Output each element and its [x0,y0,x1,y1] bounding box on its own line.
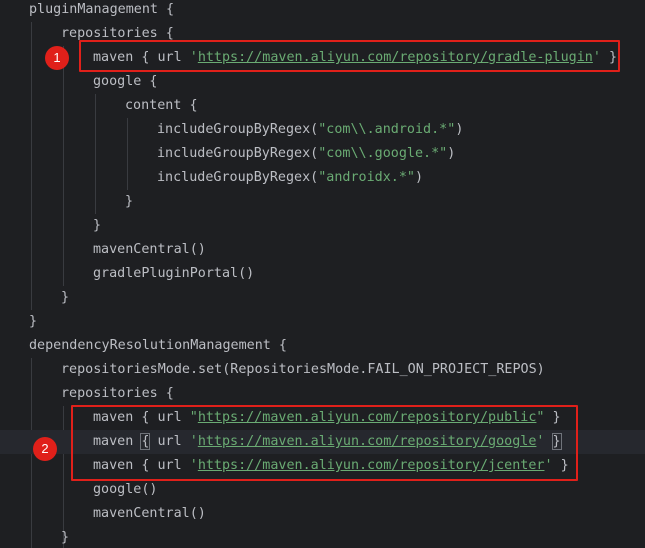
code-line[interactable]: mavenCentral() [0,238,645,262]
code-line-text: google { [93,74,158,89]
code-line-text: includeGroupByRegex("com\\.android.*") [157,118,463,142]
code-line[interactable]: includeGroupByRegex("androidx.*") [0,166,645,190]
code-line[interactable]: gradlePluginPortal() [0,262,645,286]
code-line-text: includeGroupByRegex("androidx.*") [157,166,423,190]
annotation-box-1 [79,40,620,72]
code-line-text: } [125,194,134,209]
code-line-text: mavenCentral() [93,242,206,257]
code-line[interactable]: repositories { [0,382,645,406]
code-token: includeGroupByRegex( [157,122,319,137]
code-line[interactable]: dependencyResolutionManagement { [0,334,645,358]
code-token: ) [455,122,464,137]
code-line[interactable]: content { [0,94,645,118]
code-line[interactable]: google { [0,70,645,94]
annotation-badge-1: 1 [45,46,69,70]
code-line[interactable]: mavenCentral() [0,502,645,526]
code-token: includeGroupByRegex( [157,146,319,161]
code-line[interactable]: pluginManagement { [0,0,645,22]
code-line-text: } [29,314,38,329]
code-line[interactable]: includeGroupByRegex("com\\.android.*") [0,118,645,142]
code-line-text: gradlePluginPortal() [93,266,255,281]
code-editor[interactable]: pluginManagement {repositories {maven { … [0,0,645,548]
code-line-text: } [61,290,70,305]
code-line[interactable]: } [0,214,645,238]
code-token: "androidx.*" [318,170,415,185]
code-line-text: dependencyResolutionManagement { [29,338,287,353]
code-line[interactable]: } [0,526,645,548]
code-line[interactable]: } [0,310,645,334]
code-line[interactable]: } [0,286,645,310]
code-line-text: google() [93,482,158,497]
code-line-text: repositoriesMode.set(RepositoriesMode.FA… [61,362,545,377]
code-line[interactable]: repositoriesMode.set(RepositoriesMode.FA… [0,358,645,382]
code-token: ) [415,170,424,185]
code-line-text: content { [125,98,198,113]
code-line[interactable]: google() [0,478,645,502]
code-line[interactable]: includeGroupByRegex("com\\.google.*") [0,142,645,166]
code-line[interactable]: } [0,190,645,214]
code-token: ) [447,146,456,161]
code-line-text: includeGroupByRegex("com\\.google.*") [157,142,455,166]
code-line-text: } [61,530,70,545]
code-line-text: } [93,218,102,233]
code-line-text: mavenCentral() [93,506,206,521]
code-token: includeGroupByRegex( [157,170,319,185]
code-token: "com\\.android.*" [318,122,456,137]
code-line-text: repositories { [61,386,174,401]
annotation-badge-2: 2 [33,437,57,461]
code-token: "com\\.google.*" [318,146,448,161]
code-line-text: pluginManagement { [29,2,175,17]
annotation-box-2 [71,405,578,481]
